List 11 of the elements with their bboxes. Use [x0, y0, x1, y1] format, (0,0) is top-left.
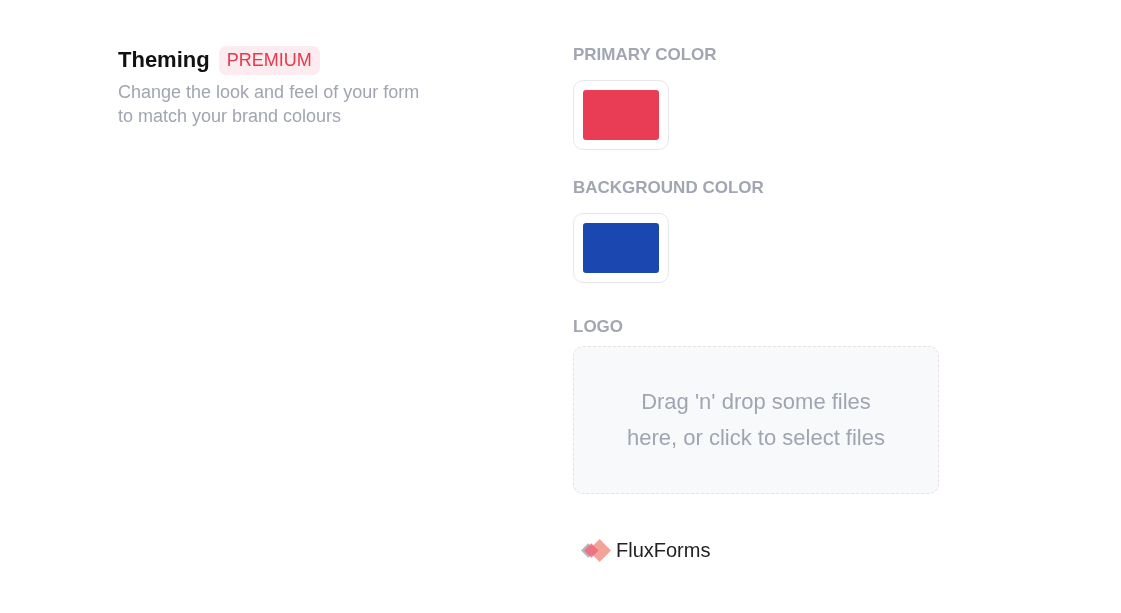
- section-title: Theming: [118, 46, 210, 74]
- field-label: LOGO: [573, 316, 624, 338]
- file-drop-zone[interactable]: Drag 'n' drop some files here, or click to select files: [573, 346, 939, 494]
- section-description: Change the look and feel of your form to match your brand colours: [118, 81, 421, 128]
- field-label: BACKGROUND COLOR: [573, 177, 764, 199]
- premium-badge: PREMIUM: [218, 45, 320, 75]
- diamonds-logo-icon: [581, 538, 611, 562]
- field-label: PRIMARY COLOR: [573, 44, 717, 66]
- brand-name: FluxForms: [616, 538, 711, 563]
- color-picker-button[interactable]: [573, 213, 669, 283]
- color-picker-button[interactable]: [573, 80, 669, 150]
